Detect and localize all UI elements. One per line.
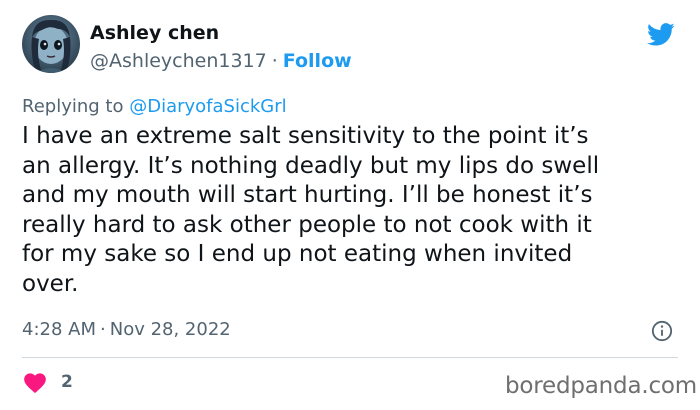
tweet-date: Nov 28, 2022 <box>109 319 231 340</box>
tweet-timestamp[interactable]: 4:28 AM · Nov 28, 2022 <box>22 319 231 340</box>
avatar[interactable] <box>22 15 80 73</box>
tweet-text-line: I have an extreme salt sensitivity to th… <box>22 123 589 149</box>
divider <box>22 357 678 358</box>
follow-button[interactable]: Follow <box>283 50 352 72</box>
tweet-card: Ashley chen @Ashleychen1317 · Follow Reply… <box>0 0 700 410</box>
tweet-text-line: an allergy. It’s nothing deadly but my l… <box>22 152 600 179</box>
avatar-image <box>31 19 71 73</box>
tweet-text-line: over. <box>22 270 79 297</box>
handle-separator: · <box>271 50 278 72</box>
tweet-text-line: really hard to ask other people to not c… <box>22 211 592 238</box>
twitter-bird-icon[interactable] <box>645 20 677 48</box>
timestamp-separator: · <box>100 319 106 340</box>
watermark: boredpanda.com <box>505 373 697 399</box>
tweet-text-line: and my mouth will start hurting. I’ll be… <box>22 182 593 208</box>
replying-to: Replying to @DiaryofaSickGrl <box>22 96 287 117</box>
heart-icon <box>24 373 46 394</box>
author-handle-row: @Ashleychen1317 · Follow <box>90 50 352 72</box>
tweet-text-line: for my sake so I end up not eating when … <box>22 241 573 267</box>
like-button[interactable]: 2 <box>22 370 73 394</box>
replying-prefix: Replying to <box>22 96 124 117</box>
author-handle[interactable]: @Ashleychen1317 <box>90 50 267 72</box>
tweet-text: I have an extreme salt sensitivity to th… <box>22 122 682 299</box>
author-name[interactable]: Ashley chen <box>90 22 219 44</box>
reply-mention-link[interactable]: @DiaryofaSickGrl <box>129 96 286 117</box>
like-count: 2 <box>61 372 73 392</box>
tweet-time: 4:28 AM <box>22 319 96 340</box>
info-icon[interactable] <box>651 320 673 342</box>
